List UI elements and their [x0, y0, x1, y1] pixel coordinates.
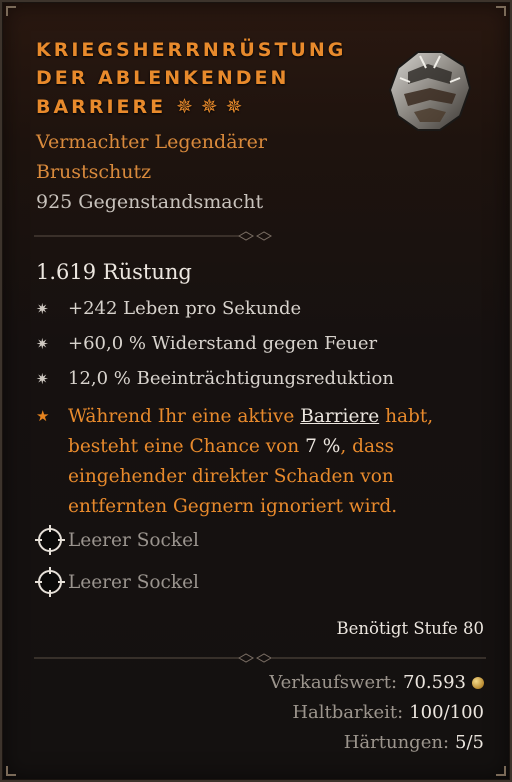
durability-value: 100/100: [409, 702, 484, 723]
empty-socket-icon: [35, 525, 65, 555]
snowflake-bullet-icon: ✷: [36, 335, 49, 353]
affix-text: +60,0 % Widerstand gegen Feuer: [68, 333, 378, 354]
corner-ornament: [496, 766, 506, 776]
gold-coin-icon: [472, 676, 484, 689]
sell-value-label: Verkaufswert:: [269, 672, 398, 693]
aspect-value: 7 %: [305, 436, 341, 457]
empty-socket-icon: [35, 567, 65, 597]
chest-armor-icon: [388, 51, 472, 131]
barrier-keyword-link[interactable]: Barriere: [300, 406, 379, 427]
snowflake-bullet-icon: ✷: [36, 370, 49, 388]
snowflake-bullet-icon: ✷: [36, 300, 49, 318]
corner-ornament: [6, 766, 16, 776]
aspect-line: entfernten Gegnern ignoriert wird.: [68, 496, 398, 517]
durability: Haltbarkeit: 100/100: [292, 702, 484, 723]
tempers-value: 5/5: [455, 732, 484, 753]
item-name-line: BARRIERE ✵✵✵: [36, 94, 250, 118]
durability-label: Haltbarkeit:: [292, 702, 404, 723]
sell-value: Verkaufswert: 70.593: [269, 672, 484, 693]
legendary-aspect: ★ Während Ihr eine aktive Barriere habt,…: [36, 402, 433, 522]
aspect-line: Während Ihr eine aktive Barriere habt,: [68, 406, 434, 427]
item-rarity: Vermachter Legendärer: [36, 131, 267, 153]
item-name-line-text: BARRIERE: [36, 96, 167, 118]
aspect-line: besteht eine Chance von 7 %, dass: [68, 436, 394, 457]
aspect-line: eingehender direkter Schaden von: [68, 466, 394, 487]
socket-label: Leerer Sockel: [68, 529, 199, 551]
item-tooltip: KRIEGSHERRNRÜSTUNG DER ABLENKENDEN BARRI…: [0, 0, 512, 782]
armor-value: 1.619 Rüstung: [36, 260, 192, 284]
tempers: Härtungen: 5/5: [344, 732, 484, 753]
empty-socket: Leerer Sockel: [34, 566, 199, 598]
greater-affix-stars-icon: ✵✵✵: [176, 94, 251, 118]
corner-ornament: [496, 6, 506, 16]
item-name-line: KRIEGSHERRNRÜSTUNG: [36, 39, 347, 61]
divider: [34, 653, 486, 663]
sell-value-amount: 70.593: [403, 672, 466, 693]
star-bullet-icon: ★: [36, 407, 50, 425]
corner-ornament: [6, 6, 16, 16]
divider: [34, 231, 273, 241]
item-type: Brustschutz: [36, 161, 152, 183]
affix-row: ✷ +60,0 % Widerstand gegen Feuer: [36, 333, 377, 354]
tempers-label: Härtungen:: [343, 732, 450, 753]
empty-socket: Leerer Sockel: [34, 524, 199, 556]
required-level: Benötigt Stufe 80: [336, 619, 484, 638]
affix-text: 12,0 % Beeinträchtigungsreduktion: [68, 368, 394, 389]
item-power: 925 Gegenstandsmacht: [36, 191, 264, 213]
item-name-line: DER ABLENKENDEN: [36, 67, 290, 89]
affix-row: ✷ 12,0 % Beeinträchtigungsreduktion: [36, 368, 394, 389]
affix-row: ✷ +242 Leben pro Sekunde: [36, 298, 301, 319]
socket-label: Leerer Sockel: [68, 571, 199, 593]
affix-text: +242 Leben pro Sekunde: [68, 298, 302, 319]
